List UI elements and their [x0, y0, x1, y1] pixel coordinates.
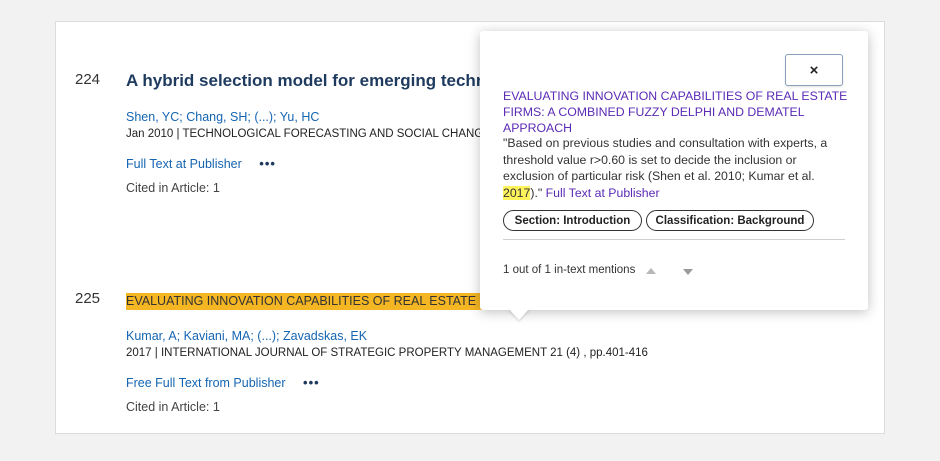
previous-mention-icon[interactable] — [646, 268, 656, 274]
more-options-icon[interactable]: ••• — [303, 375, 320, 390]
record-title-link[interactable]: A hybrid selection model for emerging te… — [126, 71, 497, 91]
record-links: Free Full Text from Publisher ••• — [126, 375, 320, 390]
citation-quote: "Based on previous studies and consultat… — [503, 135, 833, 201]
popup-pointer — [508, 308, 530, 320]
free-full-text-publisher-link[interactable]: Free Full Text from Publisher — [126, 376, 286, 390]
quote-full-text-link[interactable]: Full Text at Publisher — [546, 186, 660, 200]
record-authors[interactable]: Shen, YC; Chang, SH; (...); Yu, HC — [126, 110, 319, 124]
record-source: Jan 2010 | TECHNOLOGICAL FORECASTING AND… — [126, 128, 525, 140]
record-title-link[interactable]: EVALUATING INNOVATION CAPABILITIES OF RE… — [126, 293, 534, 310]
record-authors[interactable]: Kumar, A; Kaviani, MA; (...); Zavadskas,… — [126, 329, 367, 343]
citation-context-popup: × EVALUATING INNOVATION CAPABILITIES OF … — [480, 31, 868, 320]
quote-text: "Based on previous studies and consultat… — [503, 136, 828, 183]
full-text-publisher-link[interactable]: Full Text at Publisher — [126, 157, 242, 171]
mentions-count: 1 out of 1 in-text mentions — [503, 264, 636, 276]
record-number: 224 — [75, 71, 101, 88]
close-icon: × — [809, 61, 819, 79]
next-mention-icon[interactable] — [683, 269, 693, 275]
popup-article-title-link[interactable]: EVALUATING INNOVATION CAPABILITIES OF RE… — [503, 88, 848, 136]
quote-text-end: )." — [530, 185, 546, 200]
record-source: 2017 | INTERNATIONAL JOURNAL OF STRATEGI… — [126, 347, 648, 359]
classification-pill[interactable]: Classification: Background — [646, 210, 814, 231]
record-links: Full Text at Publisher ••• — [126, 156, 276, 171]
section-pill[interactable]: Section: Introduction — [503, 210, 642, 231]
cited-in-article: Cited in Article: 1 — [126, 400, 220, 414]
cited-in-article: Cited in Article: 1 — [126, 181, 220, 195]
more-options-icon[interactable]: ••• — [259, 156, 276, 171]
close-button[interactable]: × — [785, 54, 843, 86]
quote-highlight-year: 2017 — [503, 185, 531, 200]
divider — [503, 239, 845, 240]
record-number: 225 — [75, 290, 101, 307]
